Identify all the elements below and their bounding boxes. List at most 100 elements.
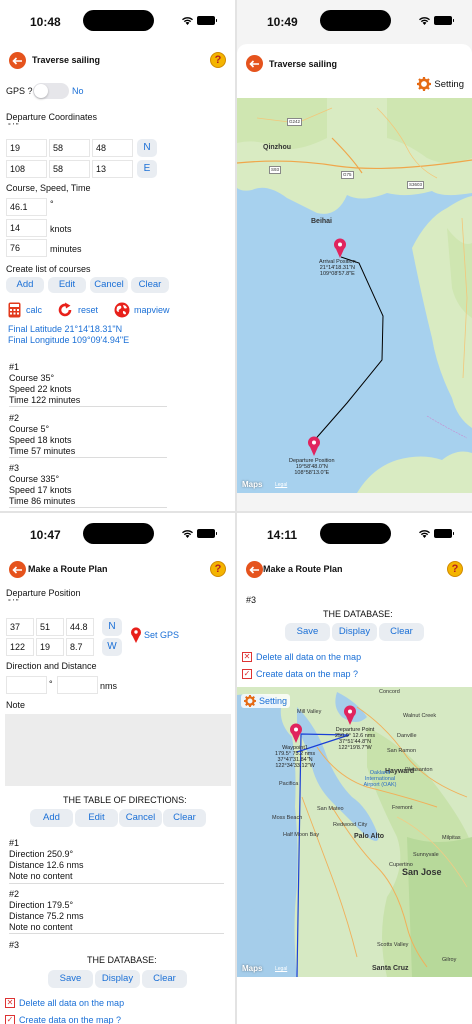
setting-button[interactable]: Setting (241, 694, 291, 708)
battery-icon (197, 529, 217, 538)
list-item[interactable]: #1 Direction 250.9° Distance 12.6 nms No… (9, 838, 84, 882)
list-item[interactable]: #2 Course 5° Speed 18 knots Time 57 minu… (9, 413, 75, 457)
course-field[interactable]: 46.1 (6, 198, 47, 216)
final-longitude: Final Longitude 109°09'4.94"E (8, 335, 130, 345)
note-textarea[interactable] (5, 714, 231, 786)
maps-logo: Maps (242, 480, 263, 489)
database-label: THE DATABASE: (323, 609, 393, 619)
map-place-label: Oakland International Airport (OAK) (363, 770, 397, 788)
departure-coordinates-label: Departure Coordinates (6, 112, 98, 122)
gps-toggle[interactable] (33, 83, 69, 99)
divider (9, 883, 224, 884)
map-place-label: Fremont (392, 805, 413, 811)
back-button[interactable] (9, 561, 26, 578)
divider (9, 406, 167, 407)
lon-deg-field[interactable]: 108 (6, 160, 47, 178)
time-field[interactable]: 76 (6, 239, 47, 257)
map-pin-icon[interactable] (343, 705, 357, 725)
map-view[interactable]: Qinzhou Beihai G242 G75 S93 S3603 Arriva… (237, 98, 472, 493)
display-button[interactable]: Display (95, 970, 140, 988)
lat-hemisphere-button[interactable]: N (102, 618, 122, 636)
map-place-label: Qinzhou (263, 144, 291, 151)
lon-min-field[interactable]: 58 (49, 160, 90, 178)
lon-sec-field[interactable]: 8.7 (66, 638, 94, 656)
save-button[interactable]: Save (285, 623, 330, 641)
entry-id: #2 (9, 889, 20, 899)
speed-field[interactable]: 14 (6, 219, 47, 237)
distance-field[interactable] (57, 676, 98, 694)
lon-deg-field[interactable]: 122 (6, 638, 34, 656)
list-item[interactable]: #2 Direction 179.5° Distance 75.2 nms No… (9, 889, 84, 933)
entry-direction: Direction 179.5° (9, 900, 74, 910)
arrow-left-icon (249, 565, 259, 574)
status-bar: 10:47 (0, 513, 235, 553)
back-button[interactable] (246, 55, 263, 72)
map-view[interactable]: Setting Waypoint1 179.5° 75.2 nms 37°47'… (237, 687, 472, 977)
display-button[interactable]: Display (332, 623, 377, 641)
map-pin-icon[interactable] (307, 436, 321, 456)
map-terrain (237, 98, 472, 493)
map-place-label: San Jose (402, 867, 442, 877)
wifi-icon (419, 529, 430, 538)
save-button[interactable]: Save (48, 970, 93, 988)
delete-all-checkbox[interactable]: ✕ Delete all data on the map (5, 998, 124, 1008)
map-pin-icon[interactable] (289, 723, 303, 743)
course-time: Time 122 minutes (9, 395, 81, 405)
db-clear-button[interactable]: Clear (379, 623, 424, 641)
add-button[interactable]: Add (6, 277, 44, 293)
cancel-button[interactable]: Cancel (90, 277, 128, 293)
create-data-label: Create data on the map ? (19, 1015, 122, 1024)
direction-field[interactable] (6, 676, 47, 694)
create-data-checkbox[interactable]: ✓ Create data on the map ? (242, 669, 358, 679)
help-button[interactable]: ? (210, 561, 226, 577)
lat-sec-field[interactable]: 44.8 (66, 618, 94, 636)
add-button[interactable]: Add (30, 809, 73, 827)
lat-sec-field[interactable]: 48 (92, 139, 133, 157)
create-data-checkbox[interactable]: ✓ Create data on the map ? (5, 1015, 121, 1024)
reset-tool[interactable]: reset (58, 302, 98, 318)
lon-hemisphere-button[interactable]: E (137, 160, 157, 178)
calc-tool[interactable]: calc (8, 302, 42, 318)
departure-point-label: Departure Point 250.9° 12.6 nms 37°51'44… (335, 727, 376, 751)
back-button[interactable] (246, 561, 263, 578)
map-pin-icon[interactable] (333, 238, 347, 258)
lat-deg-field[interactable]: 37 (6, 618, 34, 636)
course-unit: ° (50, 199, 54, 209)
set-gps-button[interactable]: Set GPS (130, 627, 179, 643)
database-label: THE DATABASE: (87, 955, 157, 965)
lat-deg-field[interactable]: 19 (6, 139, 47, 157)
road-shield: G242 (287, 118, 303, 126)
lon-min-field[interactable]: 19 (36, 638, 64, 656)
clear-button[interactable]: Clear (131, 277, 169, 293)
back-button[interactable] (9, 52, 26, 69)
edit-button[interactable]: Edit (48, 277, 86, 293)
divider (9, 457, 167, 458)
setting-label: Setting (259, 696, 288, 706)
legal-link[interactable]: Legal (275, 966, 287, 972)
dynamic-island (320, 523, 391, 544)
map-place-label: Concord (379, 689, 400, 695)
clear-button[interactable]: Clear (163, 809, 206, 827)
time-unit: minutes (50, 244, 82, 254)
lon-hemisphere-button[interactable]: W (102, 638, 122, 656)
mapview-tool[interactable]: mapview (114, 302, 170, 318)
lon-sec-field[interactable]: 13 (92, 160, 133, 178)
course-list-label: Create list of courses (6, 264, 91, 274)
edit-button[interactable]: Edit (75, 809, 118, 827)
help-button[interactable]: ? (447, 561, 463, 577)
lat-min-field[interactable]: 58 (49, 139, 90, 157)
list-item[interactable]: #3 Course 335° Speed 17 knots Time 86 mi… (9, 463, 75, 507)
cancel-button[interactable]: Cancel (119, 809, 162, 827)
help-button[interactable]: ? (210, 52, 226, 68)
dms-hint: ° ' " (8, 123, 19, 130)
setting-button[interactable]: Setting (417, 77, 464, 91)
cross-icon: ✕ (242, 652, 252, 662)
delete-all-checkbox[interactable]: ✕ Delete all data on the map (242, 652, 361, 662)
lat-hemisphere-button[interactable]: N (137, 139, 157, 157)
lat-min-field[interactable]: 51 (36, 618, 64, 636)
db-clear-button[interactable]: Clear (142, 970, 187, 988)
course-speed: Speed 18 knots (9, 435, 72, 445)
list-item[interactable]: #1 Course 35° Speed 22 knots Time 122 mi… (9, 362, 80, 406)
legal-link[interactable]: Legal (275, 482, 287, 488)
road-shield: S93 (269, 166, 282, 174)
